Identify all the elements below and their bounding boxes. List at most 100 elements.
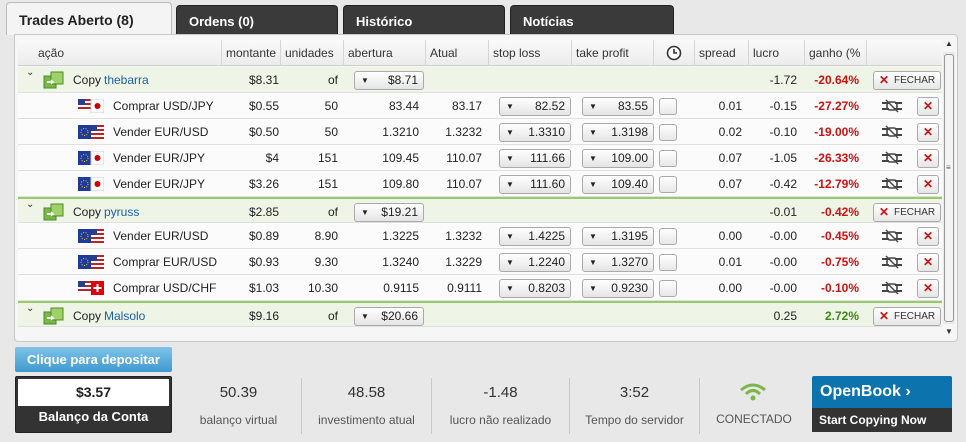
trailing-checkbox[interactable] xyxy=(659,150,677,167)
clock-icon xyxy=(666,45,682,61)
trade-row[interactable]: Vender EUR/JPY $4 151 109.45 110.07 ▼ 111… xyxy=(18,145,942,171)
stop-loss-value: 82.52 xyxy=(534,99,565,113)
stat-label: balanço virtual xyxy=(199,413,278,427)
trailing-checkbox[interactable] xyxy=(659,254,677,271)
close-trade-button[interactable]: ✕ xyxy=(917,149,939,168)
trade-row[interactable]: Vender EUR/JPY $3.26 151 109.80 110.07 ▼… xyxy=(18,171,942,197)
close-copy-button[interactable]: ✕ FECHAR xyxy=(873,307,941,326)
col-spread[interactable]: spread xyxy=(695,40,749,66)
tab-ordens[interactable]: Ordens (0) xyxy=(176,5,338,34)
close-icon: ✕ xyxy=(922,151,934,165)
take-profit-dropdown[interactable]: ▼ 109.00 xyxy=(582,149,654,168)
abertura-value: 109.80 xyxy=(382,177,419,191)
take-profit-dropdown[interactable]: ▼ 0.9230 xyxy=(582,279,654,298)
col-unidades[interactable]: unidades xyxy=(281,40,344,66)
trailing-checkbox[interactable] xyxy=(659,124,677,141)
chain-link-icon[interactable] xyxy=(881,255,903,269)
currency-flag-icon xyxy=(78,99,104,113)
take-profit-dropdown[interactable]: ▼ 1.3195 xyxy=(582,227,654,246)
close-trade-button[interactable]: ✕ xyxy=(917,227,939,246)
trade-action: Vender EUR/JPY xyxy=(113,177,206,191)
take-profit-dropdown[interactable]: ▼ 83.55 xyxy=(582,97,654,116)
trade-row[interactable]: Vender EUR/USD $0.89 8.90 1.3225 1.3232 … xyxy=(18,223,942,249)
close-copy-button[interactable]: ✕ FECHAR xyxy=(873,203,941,222)
take-profit-dropdown[interactable]: ▼ 109.40 xyxy=(582,175,654,194)
vertical-scrollbar[interactable]: ▲ ≡ ▼ xyxy=(943,38,955,338)
chevron-down-icon[interactable]: ⌄ xyxy=(26,67,34,78)
openbook-button[interactable]: OpenBook › Start Copying Now xyxy=(812,376,952,432)
col-acao[interactable]: ação xyxy=(18,40,222,66)
tab-label: Notícias xyxy=(523,14,574,29)
close-trade-button[interactable]: ✕ xyxy=(917,97,939,116)
chain-link-icon[interactable] xyxy=(881,151,903,165)
copy-row[interactable]: ⌄ Copy pyruss $2.85 of ▼ $19.21 -0.01 -0.… xyxy=(18,197,942,223)
take-profit-dropdown[interactable]: ▼ 1.3270 xyxy=(582,253,654,272)
tab-trades-aberto[interactable]: Trades Aberto (8) xyxy=(6,2,172,35)
scroll-thumb[interactable] xyxy=(944,54,954,322)
chevron-down-icon[interactable]: ⌄ xyxy=(26,303,34,314)
chevron-down-icon[interactable]: ⌄ xyxy=(26,199,34,210)
trailing-checkbox[interactable] xyxy=(659,176,677,193)
trailing-checkbox[interactable] xyxy=(659,98,677,115)
stop-loss-value: 1.2240 xyxy=(528,255,565,269)
montante-value: $1.03 xyxy=(248,281,279,295)
lucro-value: -0.01 xyxy=(769,205,797,219)
trade-action: Vender EUR/USD xyxy=(113,229,209,243)
scroll-down-icon[interactable]: ▼ xyxy=(943,326,955,338)
abertura-value: 1.3210 xyxy=(382,125,419,139)
stat-server-time: 3:52 Tempo do servidor xyxy=(570,378,700,434)
stop-loss-dropdown[interactable]: ▼ 1.2240 xyxy=(499,253,571,272)
col-ganho[interactable]: ganho (% xyxy=(805,40,867,66)
chain-link-icon[interactable] xyxy=(881,177,903,191)
trailing-checkbox[interactable] xyxy=(659,280,677,297)
col-montante[interactable]: montante xyxy=(222,40,281,66)
copy-row[interactable]: ⌄ Copy Malsolo $9.16 of ▼ $20.66 0.25 2.7… xyxy=(18,301,942,327)
dropdown-arrow-icon: ▼ xyxy=(589,102,597,111)
tab-historico[interactable]: Histórico xyxy=(343,5,505,34)
trade-row[interactable]: Comprar EUR/USD $0.93 9.30 1.3240 1.3229… xyxy=(18,249,942,275)
close-trade-button[interactable]: ✕ xyxy=(917,279,939,298)
close-copy-button[interactable]: ✕ FECHAR xyxy=(873,71,941,90)
stop-loss-dropdown[interactable]: ▼ 111.66 xyxy=(499,149,571,168)
trade-row[interactable]: Comprar USD/CHF $1.03 10.30 0.9115 0.911… xyxy=(18,275,942,301)
stat-label: investimento atual xyxy=(318,413,415,427)
close-icon: ✕ xyxy=(879,205,890,219)
col-abertura[interactable]: abertura xyxy=(344,40,426,66)
deposit-button[interactable]: Clique para depositar xyxy=(15,347,172,372)
col-stop-loss[interactable]: stop loss xyxy=(489,40,572,66)
chain-link-icon[interactable] xyxy=(881,125,903,139)
close-trade-button[interactable]: ✕ xyxy=(917,175,939,194)
stop-loss-dropdown[interactable]: ▼ 0.8203 xyxy=(499,279,571,298)
chain-link-icon[interactable] xyxy=(881,99,903,113)
tab-noticias[interactable]: Notícias xyxy=(510,5,674,34)
spread-value: 0.01 xyxy=(718,255,742,269)
col-timer[interactable] xyxy=(654,40,695,66)
stop-loss-dropdown[interactable]: ▼ 1.4225 xyxy=(499,227,571,246)
abertura-dropdown[interactable]: ▼ $19.21 xyxy=(354,203,424,222)
stop-loss-dropdown[interactable]: ▼ 1.3310 xyxy=(499,123,571,142)
copy-row[interactable]: ⌄ Copy thebarra $8.31 of ▼ $8.71 -1.72 -2… xyxy=(18,67,942,93)
close-trade-button[interactable]: ✕ xyxy=(917,123,939,142)
abertura-dropdown[interactable]: ▼ $8.71 xyxy=(354,71,424,90)
stop-loss-dropdown[interactable]: ▼ 82.52 xyxy=(499,97,571,116)
take-profit-dropdown[interactable]: ▼ 1.3198 xyxy=(582,123,654,142)
trade-row[interactable]: Comprar USD/JPY $0.55 50 83.44 83.17 ▼ 82… xyxy=(18,93,942,119)
trade-row[interactable]: Vender EUR/USD $0.50 50 1.3210 1.3232 ▼ 1… xyxy=(18,119,942,145)
col-atual[interactable]: Atual xyxy=(426,40,489,66)
trailing-checkbox[interactable] xyxy=(659,228,677,245)
close-trade-button[interactable]: ✕ xyxy=(917,253,939,272)
montante-value: $4 xyxy=(265,151,279,165)
chain-link-icon[interactable] xyxy=(881,229,903,243)
spread-value: 0.01 xyxy=(718,99,742,113)
connection-label: CONECTADO xyxy=(716,412,792,426)
abertura-dropdown[interactable]: ▼ $20.66 xyxy=(354,307,424,326)
close-icon: ✕ xyxy=(879,309,890,323)
stop-loss-dropdown[interactable]: ▼ 111.60 xyxy=(499,175,571,194)
chain-link-icon[interactable] xyxy=(881,281,903,295)
atual-value: 110.07 xyxy=(446,151,482,165)
scroll-up-icon[interactable]: ▲ xyxy=(943,38,955,50)
col-lucro[interactable]: lucro xyxy=(749,40,805,66)
dropdown-arrow-icon: ▼ xyxy=(506,284,514,293)
col-take-profit[interactable]: take profit xyxy=(572,40,654,66)
currency-flag-icon xyxy=(78,281,104,295)
